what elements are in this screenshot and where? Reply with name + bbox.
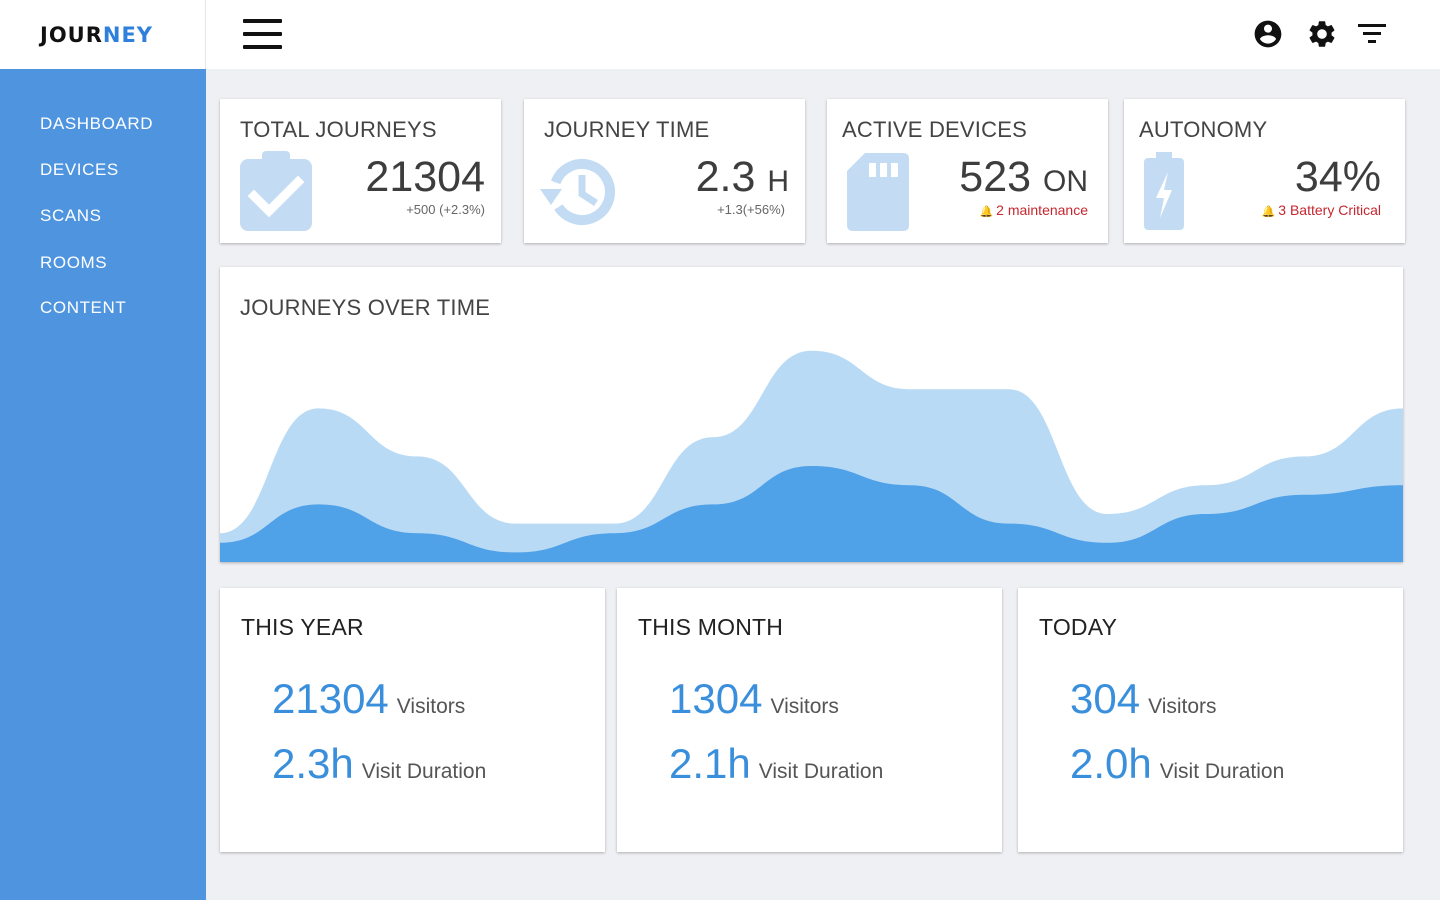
stat-number: 2.3	[695, 153, 756, 201]
stat-alert: 🔔 3 Battery Critical	[1262, 202, 1381, 218]
summary-title: THIS YEAR	[241, 614, 364, 640]
duration-label: Visit Duration	[361, 760, 487, 783]
stat-unit: ON	[1043, 165, 1088, 198]
duration-value: 2.0h	[1070, 740, 1152, 787]
visitors-row: 1304 Visitors	[669, 675, 839, 723]
visitors-value: 1304	[669, 675, 763, 722]
sidebar-item-rooms[interactable]: ROOMS	[40, 253, 107, 273]
stat-number: 523	[959, 153, 1032, 201]
stat-unit: H	[767, 165, 789, 198]
brand-logo-part2: NEY	[102, 22, 154, 47]
stat-change: +1.3(+56%)	[717, 202, 785, 217]
bell-icon: 🔔	[979, 206, 994, 218]
visitors-label: Visitors	[396, 695, 466, 718]
sidebar-item-devices[interactable]: DEVICES	[40, 160, 119, 180]
stat-card-journey-time: JOURNEY TIME 2.3 H +1.3(+56%)	[524, 99, 805, 243]
stat-card-autonomy: AUTONOMY 34% 🔔 3 Battery Critical	[1124, 99, 1405, 243]
sidebar-item-dashboard[interactable]: DASHBOARD	[40, 114, 153, 134]
stat-alert: 🔔 2 maintenance	[979, 202, 1088, 218]
stat-value: 2.3 H	[696, 153, 789, 202]
history-icon	[540, 155, 622, 234]
visitors-row: 21304 Visitors	[272, 675, 465, 723]
stat-number: 21304	[365, 153, 485, 201]
bell-icon: 🔔	[1261, 206, 1276, 218]
duration-row: 2.1h Visit Duration	[669, 740, 883, 788]
stat-title: ACTIVE DEVICES	[842, 117, 1027, 142]
summary-title: TODAY	[1039, 614, 1118, 640]
brand-logo-part1: JOUR	[40, 22, 103, 47]
stat-value: 523 ON	[959, 153, 1088, 202]
area-chart	[220, 350, 1403, 562]
visitors-value: 21304	[272, 675, 389, 722]
clipboard-check-icon	[240, 151, 312, 236]
duration-value: 2.1h	[669, 740, 751, 787]
summary-card-this-month: THIS MONTH 1304 Visitors 2.1h Visit Durati…	[617, 588, 1002, 852]
summary-title: THIS MONTH	[638, 614, 784, 640]
summary-card-this-year: THIS YEAR 21304 Visitors 2.3h Visit Durati…	[220, 588, 605, 852]
duration-label: Visit Duration	[1159, 760, 1285, 783]
visitors-label: Visitors	[770, 695, 839, 718]
summary-card-today: TODAY 304 Visitors 2.0h Visit Duration	[1018, 588, 1403, 852]
top-bar	[206, 0, 1440, 69]
visitors-row: 304 Visitors	[1070, 675, 1217, 723]
brand-logo[interactable]: JOUR NEY	[0, 0, 206, 69]
sidebar: DASHBOARD DEVICES SCANS ROOMS CONTENT	[0, 69, 206, 900]
duration-row: 2.3h Visit Duration	[272, 740, 486, 788]
sidebar-item-scans[interactable]: SCANS	[40, 206, 102, 226]
stat-value: 21304	[365, 153, 485, 202]
stat-value: 34%	[1295, 153, 1381, 202]
visitors-value: 304	[1070, 675, 1141, 722]
stat-card-total-journeys: TOTAL JOURNEYS 21304 +500 (+2.3%)	[220, 99, 501, 243]
duration-value: 2.3h	[272, 740, 354, 787]
battery-charging-icon	[1144, 152, 1184, 235]
stat-number: 34%	[1294, 153, 1381, 201]
gear-icon[interactable]	[1306, 18, 1338, 50]
duration-row: 2.0h Visit Duration	[1070, 740, 1284, 788]
menu-icon[interactable]	[243, 19, 282, 49]
visitors-label: Visitors	[1148, 695, 1217, 718]
stat-title: AUTONOMY	[1139, 117, 1268, 142]
sd-card-icon	[847, 153, 909, 236]
sidebar-item-content[interactable]: CONTENT	[40, 298, 126, 318]
stat-alert-text: 3 Battery Critical	[1278, 202, 1381, 218]
stat-card-active-devices: ACTIVE DEVICES 523 ON 🔔 2 maintenance	[827, 99, 1108, 243]
stat-alert-text: 2 maintenance	[996, 202, 1088, 218]
stat-change: +500 (+2.3%)	[406, 202, 485, 217]
stat-title: JOURNEY TIME	[544, 117, 710, 142]
stat-title: TOTAL JOURNEYS	[240, 117, 437, 142]
filter-icon[interactable]	[1356, 18, 1388, 50]
journeys-chart-card: JOURNEYS OVER TIME	[220, 267, 1403, 562]
duration-label: Visit Duration	[758, 760, 884, 783]
account-circle-icon[interactable]	[1252, 18, 1284, 50]
